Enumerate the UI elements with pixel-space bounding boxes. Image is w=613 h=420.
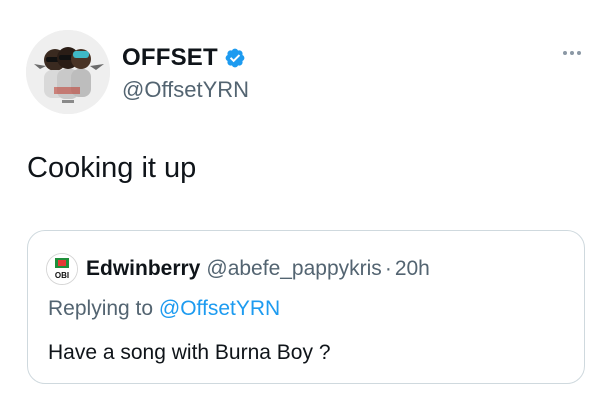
svg-text:OBI: OBI bbox=[55, 271, 69, 280]
quoted-tweet-card[interactable]: OBI Edwinberry @abefe_pappykris · 20h Re… bbox=[27, 230, 585, 384]
separator-dot: · bbox=[384, 257, 392, 280]
tweet-text: Cooking it up bbox=[27, 152, 197, 184]
replying-to-label: Replying to bbox=[48, 297, 154, 320]
replying-to-mention-link[interactable]: @OffsetYRN bbox=[159, 297, 280, 320]
verified-badge-icon bbox=[225, 48, 245, 68]
quoted-author-handle[interactable]: @abefe_pappykris bbox=[206, 257, 381, 281]
quoted-tweet-timestamp[interactable]: 20h bbox=[395, 257, 430, 281]
quoted-author-avatar[interactable]: OBI bbox=[46, 253, 78, 285]
quoted-tweet-header: Edwinberry @abefe_pappykris · 20h bbox=[86, 257, 430, 281]
quoted-tweet-text: Have a song with Burna Boy ? bbox=[48, 341, 331, 364]
more-dot-icon bbox=[577, 51, 581, 55]
more-options-button[interactable] bbox=[563, 48, 589, 58]
replying-to-line: Replying to @OffsetYRN bbox=[48, 297, 280, 321]
obi-logo-avatar-icon: OBI bbox=[47, 254, 77, 284]
author-avatar[interactable] bbox=[26, 30, 110, 114]
more-dot-icon bbox=[563, 51, 567, 55]
author-handle[interactable]: @OffsetYRN bbox=[122, 77, 249, 103]
album-cover-avatar-icon bbox=[26, 30, 110, 114]
more-dot-icon bbox=[570, 51, 574, 55]
author-display-name[interactable]: OFFSET bbox=[122, 44, 218, 72]
quoted-author-display-name[interactable]: Edwinberry bbox=[86, 257, 200, 281]
author-name-row: OFFSET bbox=[122, 44, 246, 72]
